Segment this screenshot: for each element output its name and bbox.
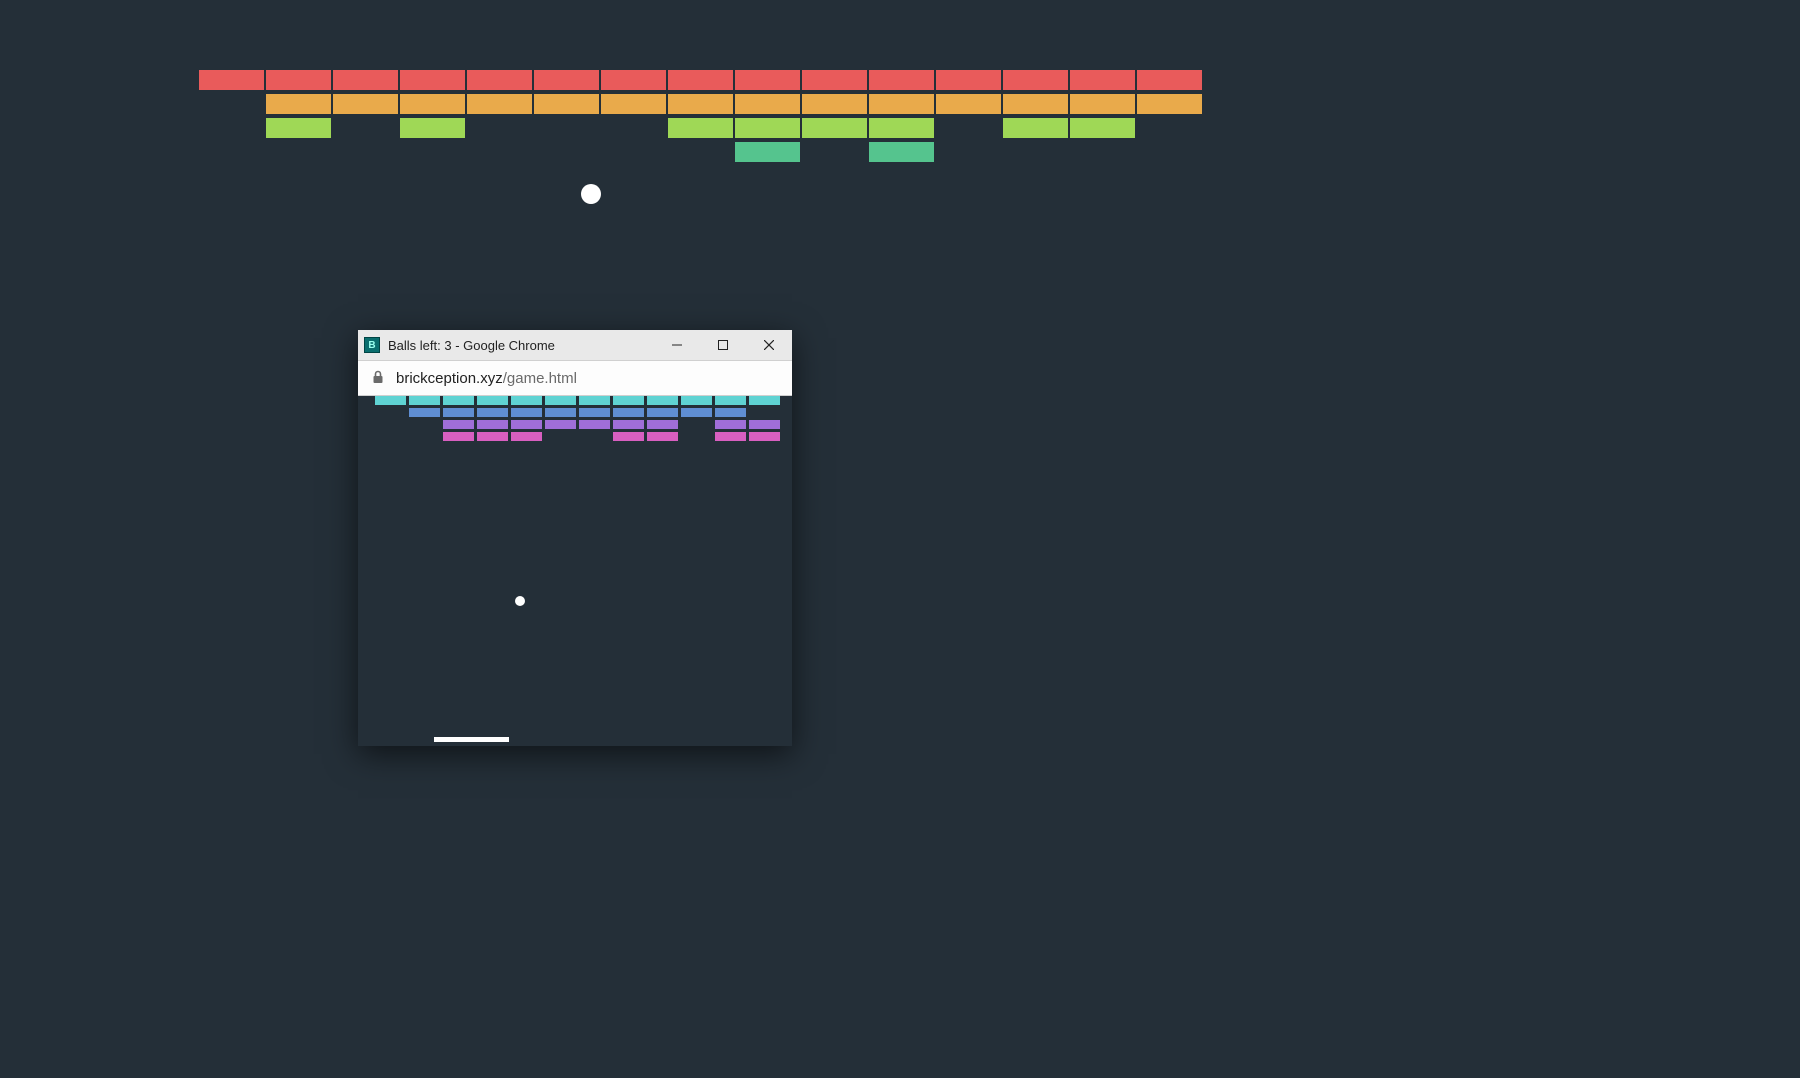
favicon-icon: B — [364, 337, 380, 353]
inner-brick — [375, 396, 406, 405]
outer-brick — [869, 142, 934, 162]
outer-brick — [1137, 70, 1202, 90]
outer-brick — [266, 94, 331, 114]
inner-brick — [443, 432, 474, 441]
outer-brick — [1070, 94, 1135, 114]
inner-brick — [715, 432, 746, 441]
inner-brick — [545, 408, 576, 417]
inner-brick — [545, 396, 576, 405]
url-path: /game.html — [503, 370, 577, 387]
inner-paddle — [434, 737, 509, 742]
inner-brick — [579, 420, 610, 429]
outer-brick — [601, 94, 666, 114]
window-titlebar[interactable]: B Balls left: 3 - Google Chrome — [358, 330, 792, 360]
lock-icon — [372, 370, 384, 387]
outer-brick — [1003, 94, 1068, 114]
outer-brick — [802, 70, 867, 90]
outer-brick — [802, 118, 867, 138]
inner-brick — [647, 432, 678, 441]
inner-brick — [715, 396, 746, 405]
inner-brick — [443, 396, 474, 405]
address-bar[interactable]: brickception.xyz/game.html — [358, 360, 792, 396]
window-title: Balls left: 3 - Google Chrome — [388, 338, 654, 353]
outer-brick — [534, 94, 599, 114]
inner-brick — [443, 420, 474, 429]
inner-brick — [545, 420, 576, 429]
inner-brick — [647, 408, 678, 417]
inner-game-area[interactable] — [358, 396, 792, 746]
outer-brick — [735, 142, 800, 162]
outer-brick — [735, 70, 800, 90]
outer-brick — [869, 118, 934, 138]
inner-brick — [613, 420, 644, 429]
outer-brick — [333, 94, 398, 114]
outer-brick — [1003, 70, 1068, 90]
inner-brick — [579, 408, 610, 417]
outer-brick — [936, 94, 1001, 114]
outer-brick — [869, 70, 934, 90]
inner-brick — [715, 408, 746, 417]
outer-game-area[interactable]: B Balls left: 3 - Google Chrome brickcep… — [0, 0, 1800, 1078]
maximize-button[interactable] — [700, 330, 746, 360]
inner-brick — [511, 420, 542, 429]
inner-brick — [681, 408, 712, 417]
outer-brick — [400, 70, 465, 90]
inner-brick — [647, 420, 678, 429]
outer-brick — [735, 94, 800, 114]
outer-brick — [1003, 118, 1068, 138]
inner-brick — [477, 432, 508, 441]
inner-brick — [409, 396, 440, 405]
outer-brick — [400, 118, 465, 138]
inner-brick — [511, 432, 542, 441]
outer-brick — [668, 118, 733, 138]
outer-brick — [266, 118, 331, 138]
outer-brick — [467, 94, 532, 114]
inner-brick — [749, 396, 780, 405]
inner-brick — [613, 396, 644, 405]
outer-brick — [333, 70, 398, 90]
outer-brick — [400, 94, 465, 114]
inner-brick — [715, 420, 746, 429]
inner-brick — [443, 408, 474, 417]
outer-brick — [1137, 94, 1202, 114]
inner-brick — [477, 408, 508, 417]
inner-brick — [749, 420, 780, 429]
outer-brick — [1070, 118, 1135, 138]
close-button[interactable] — [746, 330, 792, 360]
inner-brick — [613, 408, 644, 417]
inner-brick — [749, 432, 780, 441]
outer-brick — [869, 94, 934, 114]
outer-brick — [199, 70, 264, 90]
outer-brick — [266, 70, 331, 90]
outer-brick — [534, 70, 599, 90]
inner-brick — [477, 396, 508, 405]
outer-brick — [802, 94, 867, 114]
outer-brick — [601, 70, 666, 90]
outer-brick — [936, 70, 1001, 90]
inner-brick — [409, 408, 440, 417]
inner-brick — [647, 396, 678, 405]
inner-brick — [511, 396, 542, 405]
outer-brick — [668, 94, 733, 114]
inner-brick — [681, 396, 712, 405]
inner-brick — [477, 420, 508, 429]
outer-brick — [1070, 70, 1135, 90]
inner-brick — [511, 408, 542, 417]
outer-ball — [581, 184, 601, 204]
outer-brick — [668, 70, 733, 90]
url-domain: brickception.xyz — [396, 370, 503, 387]
minimize-button[interactable] — [654, 330, 700, 360]
inner-brick — [579, 396, 610, 405]
outer-brick — [735, 118, 800, 138]
popup-window[interactable]: B Balls left: 3 - Google Chrome brickcep… — [358, 330, 792, 746]
inner-brick — [613, 432, 644, 441]
outer-brick — [467, 70, 532, 90]
inner-ball — [515, 596, 525, 606]
